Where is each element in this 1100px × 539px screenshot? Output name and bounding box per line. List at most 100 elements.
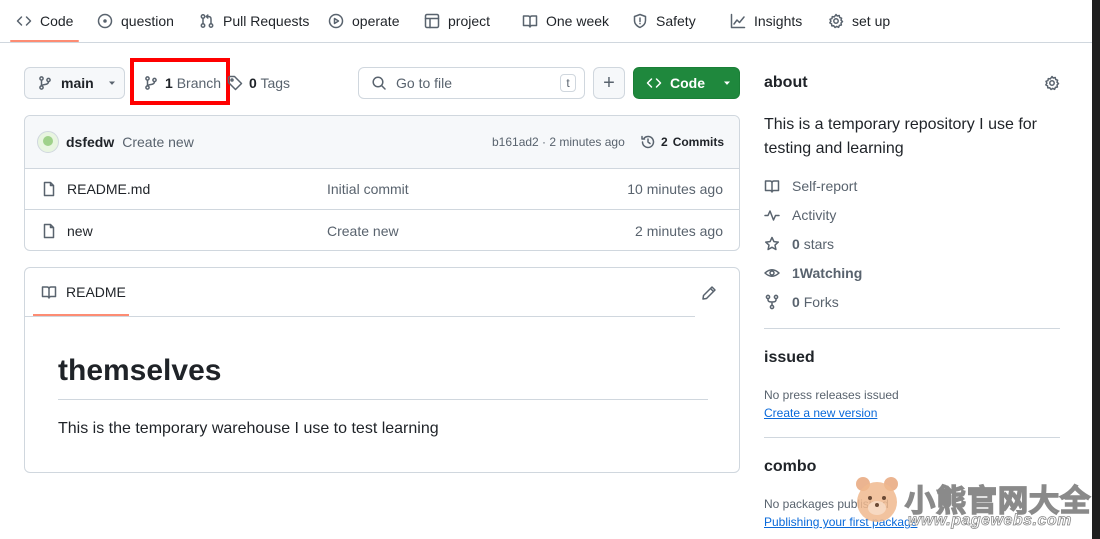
stars-count: 0 (792, 236, 800, 252)
book-icon (764, 180, 780, 193)
code-icon (16, 16, 32, 26)
caret-down-icon (108, 81, 115, 85)
readme-heading: themselves (58, 354, 222, 387)
commits-link[interactable]: 2 Commits (640, 134, 724, 150)
watermark-url: www.pagewebs.com (908, 512, 1072, 530)
tab-one-week[interactable]: One week (522, 0, 609, 42)
releases-title[interactable]: issued (764, 349, 815, 367)
heading-rule (58, 399, 708, 400)
tags-label: Tags (260, 75, 291, 91)
sidebar-divider (764, 437, 1060, 438)
forks-count: 0 (792, 294, 800, 310)
tab-label: operate (352, 13, 400, 29)
commits-label: Commits (672, 135, 725, 149)
caret-down-icon (724, 81, 730, 85)
about-title: about (764, 74, 808, 91)
book-icon (41, 286, 57, 299)
gear-icon[interactable] (1044, 75, 1060, 91)
tab-label: project (448, 13, 491, 29)
file-name[interactable]: new (67, 223, 93, 239)
file-age: 10 minutes ago (627, 181, 723, 197)
tab-code[interactable]: Code (9, 0, 80, 42)
file-commit-message[interactable]: Initial commit (327, 181, 409, 197)
create-release-link[interactable]: Create a new version (764, 406, 877, 420)
tags-count: 0 (249, 75, 257, 91)
pull-request-icon (200, 14, 214, 28)
add-file-button[interactable]: + (593, 67, 625, 99)
go-to-file-placeholder: Go to file (396, 75, 453, 91)
commit-author[interactable]: dsfedw (66, 134, 114, 150)
window-edge (1092, 0, 1100, 539)
tab-project[interactable]: project (424, 0, 490, 42)
watching-count: 1 (792, 265, 800, 281)
code-icon (646, 78, 662, 88)
tab-label: One week (546, 13, 610, 29)
search-icon (372, 76, 386, 90)
tags-link[interactable]: 0 Tags (227, 67, 290, 99)
readme-body: This is the temporary warehouse I use to… (58, 420, 439, 437)
file-name[interactable]: README.md (67, 181, 150, 197)
file-icon (43, 223, 55, 238)
file-list: dsfedw Create new b161ad2 · 2 minutes ag… (24, 115, 740, 251)
play-icon (328, 13, 344, 29)
pulse-icon (764, 210, 780, 221)
tab-set-up[interactable]: set up (828, 0, 890, 42)
bear-logo-icon (852, 474, 902, 530)
shield-icon (633, 13, 647, 29)
stars-label: stars (803, 236, 835, 252)
tab-label: Safety (656, 13, 696, 29)
about-description: This is a temporary repository I use for… (764, 116, 1037, 157)
tab-pull-requests[interactable]: Pull Requests (199, 0, 309, 42)
code-dropdown-button[interactable]: Code (633, 67, 740, 99)
forks-label: Forks (803, 294, 839, 310)
file-row[interactable]: README.md Initial commit 10 minutes ago (25, 169, 739, 210)
file-row[interactable]: new Create new 2 minutes ago (25, 210, 739, 251)
tab-safety[interactable]: Safety (632, 0, 696, 42)
gear-icon (829, 13, 844, 29)
latest-commit-bar: dsfedw Create new b161ad2 · 2 minutes ag… (25, 116, 739, 169)
history-icon (641, 135, 655, 149)
file-age: 2 minutes ago (635, 222, 723, 239)
branch-select-button[interactable]: main (24, 67, 125, 99)
pencil-icon[interactable] (701, 285, 717, 301)
go-to-file-input[interactable]: Go to file t (358, 67, 585, 99)
tab-insights[interactable]: Insights (730, 0, 802, 42)
shortcut-key: t (560, 74, 576, 92)
sidebar-divider (764, 328, 1060, 329)
tab-label: Insights (754, 13, 803, 29)
commit-meta[interactable]: b161ad2 · 2 minutes ago (492, 135, 625, 149)
file-commit-message[interactable]: Create new (327, 223, 399, 239)
activity-link[interactable]: Activity (764, 207, 836, 223)
tag-icon (227, 75, 243, 91)
tab-label: question (121, 13, 174, 29)
table-icon (424, 13, 440, 29)
tab-label: Code (40, 13, 74, 29)
readme-tab[interactable]: README (41, 284, 126, 300)
highlight-box (130, 58, 230, 105)
packages-title[interactable]: combo (764, 458, 816, 476)
readme-link[interactable]: Self-report (764, 178, 857, 194)
stars-link[interactable]: 0 stars (764, 236, 834, 252)
avatar (37, 131, 59, 153)
forks-link[interactable]: 0 Forks (764, 294, 839, 310)
tab-label: set up (852, 13, 891, 29)
issue-icon (97, 13, 113, 29)
fork-icon (765, 294, 779, 310)
tab-question[interactable]: question (97, 0, 174, 42)
divider (25, 316, 695, 317)
releases-empty-text: No press releases issued (764, 388, 899, 402)
watching-label: Watching (799, 265, 863, 281)
tab-label: Pull Requests (223, 13, 310, 29)
watching-link[interactable]: 1Watching (764, 265, 862, 281)
readme-panel: README themselves This is the temporary … (24, 267, 740, 473)
commit-message[interactable]: Create new (122, 134, 194, 150)
graph-icon (730, 13, 746, 29)
eye-icon (764, 269, 780, 277)
book-icon (522, 15, 538, 28)
commits-count: 2 (661, 135, 668, 149)
branch-name: main (61, 75, 94, 91)
file-icon (43, 181, 55, 197)
tab-operate[interactable]: operate (328, 0, 399, 42)
branch-icon (39, 76, 51, 90)
code-button-label: Code (670, 75, 705, 91)
